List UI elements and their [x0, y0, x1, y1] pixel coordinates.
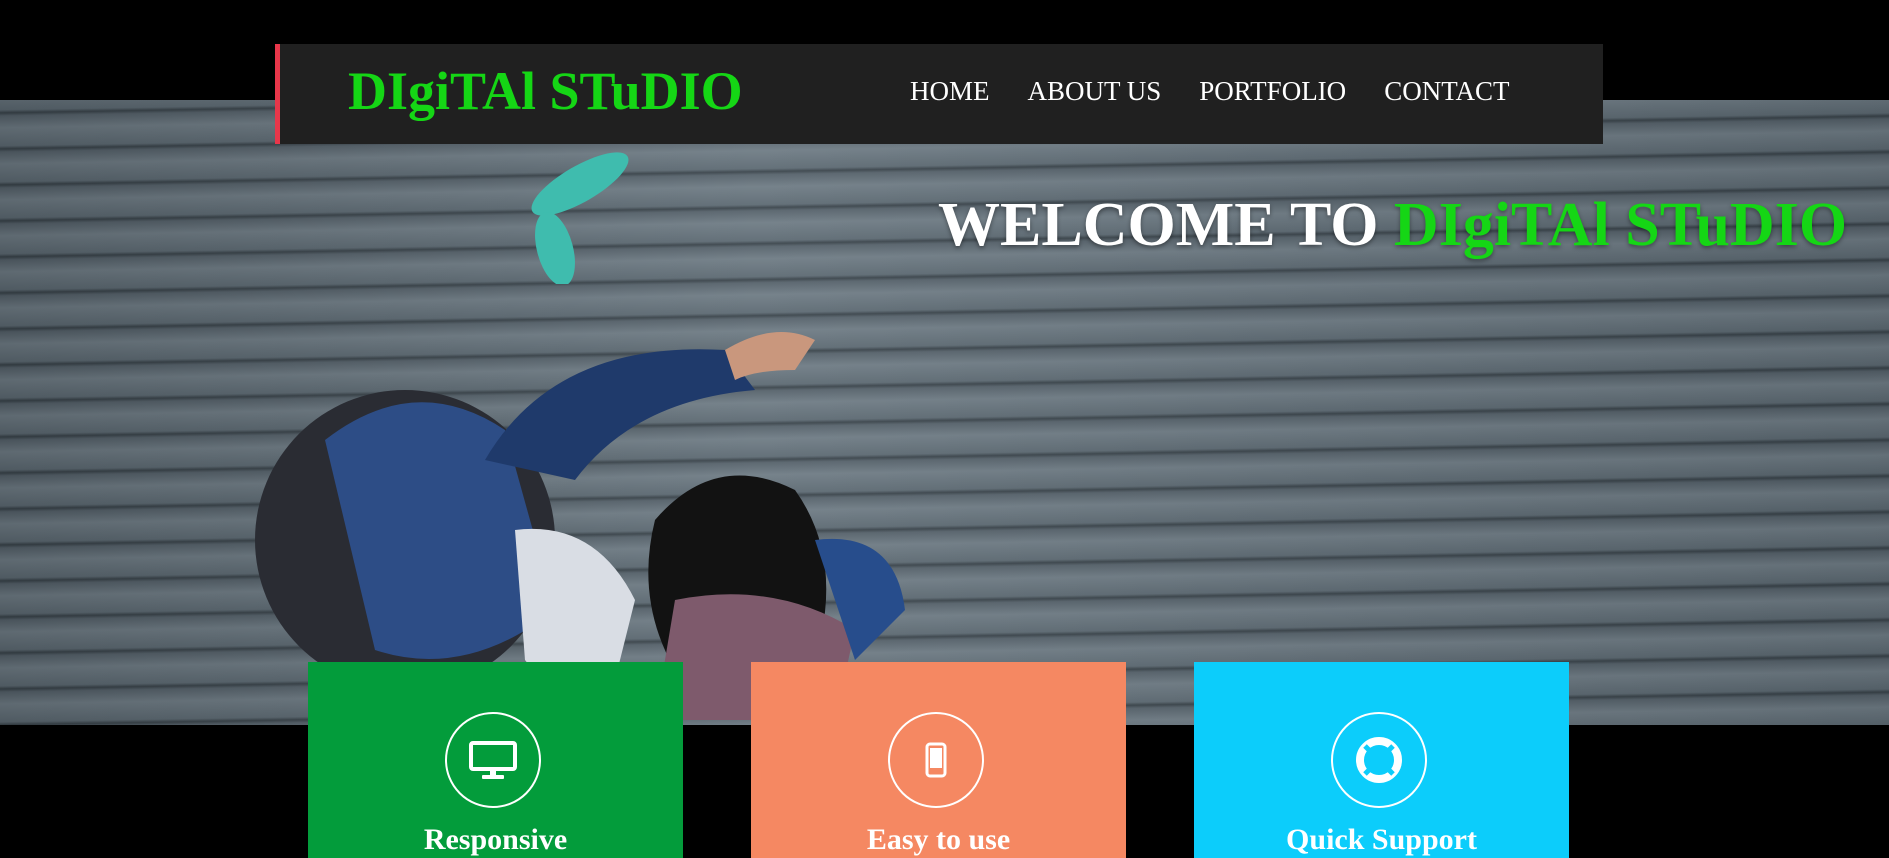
nav-item-contact[interactable]: CONTACT	[1384, 78, 1509, 105]
feature-card-easy-to-use: Easy to use	[751, 662, 1126, 858]
feature-card-quick-support: Quick Support	[1194, 662, 1569, 858]
main-nav: HOME ABOUT US PORTFOLIO CONTACT	[910, 78, 1510, 105]
feature-icon-circle	[1331, 712, 1427, 808]
nav-item-home[interactable]: HOME	[910, 78, 990, 105]
feature-label: Quick Support	[1286, 823, 1477, 856]
site-logo[interactable]: DIgiTAl STuDIO	[348, 64, 743, 118]
page: WELCOME TO DIgiTAl STuDIO DIgiTAl STuDIO…	[0, 0, 1889, 858]
mobile-phone-icon	[925, 742, 947, 778]
nav-item-portfolio[interactable]: PORTFOLIO	[1199, 78, 1346, 105]
feature-label: Easy to use	[866, 823, 1011, 856]
feature-icon-circle	[445, 712, 541, 808]
hero-welcome-brand: DIgiTAl STuDIO	[1393, 191, 1848, 259]
hero-photo-people	[255, 332, 905, 720]
monitor-icon	[469, 741, 517, 779]
flip-flop-icon	[531, 152, 629, 284]
feature-icon-circle	[888, 712, 984, 808]
feature-card-responsive: Responsive	[308, 662, 683, 858]
hero-welcome-heading: WELCOME TO DIgiTAl STuDIO	[938, 190, 1847, 261]
hero-welcome-prefix: WELCOME TO	[938, 191, 1394, 259]
feature-label: Responsive	[423, 823, 568, 856]
top-navbar: DIgiTAl STuDIO HOME ABOUT US PORTFOLIO C…	[275, 44, 1603, 144]
life-ring-icon	[1356, 737, 1402, 783]
nav-item-about-us[interactable]: ABOUT US	[1028, 78, 1162, 105]
